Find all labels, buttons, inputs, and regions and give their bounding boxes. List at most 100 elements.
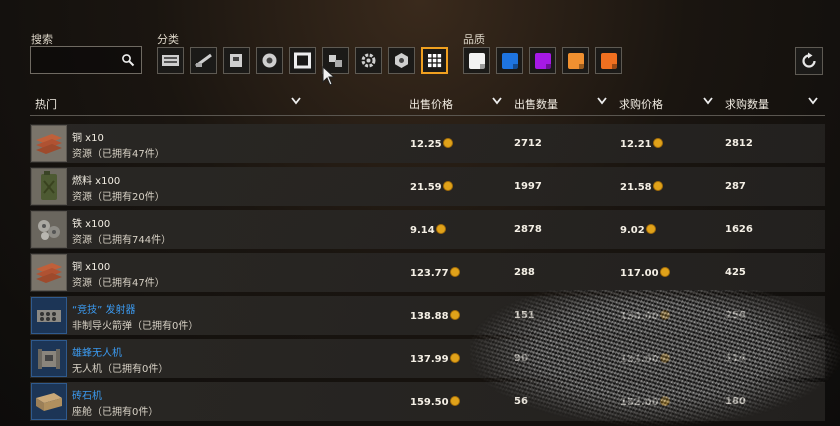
buy-price: 152.00 [620,396,670,408]
drone-icon [32,341,66,376]
category-module-button[interactable] [388,47,415,74]
category-weapon-button[interactable] [190,47,217,74]
grid-all-icon [428,54,442,68]
armor-icon [162,55,179,66]
buy-quantity: 287 [725,181,746,192]
iron-scrap-icon [32,212,66,247]
item-name: 铜 x10 [72,133,104,144]
sell-price: 123.77 [410,267,460,279]
sell-quantity: 90 [514,353,528,364]
frame-icon [294,52,311,69]
table-row[interactable]: 雄蜂无人机 无人机（已拥有0件） 137.99 90 131.00 114 [30,339,825,378]
coin-icon [659,396,670,406]
coin-icon [435,224,446,234]
search-input[interactable] [35,51,121,71]
buy-quantity: 114 [725,353,746,364]
weapon-icon [195,53,212,68]
category-wheel-button[interactable] [256,47,283,74]
item-subtitle: 资源（已拥有744件） [72,235,172,246]
sort-sell-price-label[interactable]: 出售价格 [409,96,453,112]
rocket-launcher-icon [32,298,66,333]
chevron-down-icon[interactable] [597,97,607,105]
quality-common-button[interactable] [463,47,490,74]
cabin-icon [230,54,242,67]
item-thumbnail [31,211,67,248]
item-name: 燃料 x100 [72,176,121,187]
quality-rare-swatch [501,52,518,69]
sell-quantity: 2712 [514,138,542,149]
table-row[interactable]: 铁 x100 资源（已拥有744件） 9.14 2878 9.02 1626 [30,210,825,249]
table-row[interactable]: “竞技” 发射器 非制导火箭弹（已拥有0件） 138.88 151 130.00… [30,296,825,335]
search-icon[interactable] [121,53,135,67]
category-label: 分类 [157,33,179,46]
item-thumbnail [31,125,67,162]
table-row[interactable]: 铜 x100 资源（已拥有47件） 123.77 288 117.00 425 [30,253,825,292]
sell-price: 159.50 [410,396,460,408]
item-name: 雄蜂无人机 [72,348,122,359]
item-subtitle: 无人机（已拥有0件） [72,364,169,375]
quality-legendary-swatch [600,52,617,69]
quality-common-swatch [468,52,485,69]
sell-quantity: 1997 [514,181,542,192]
buy-quantity: 180 [725,396,746,407]
refresh-icon [802,52,816,68]
item-name: “竞技” 发射器 [72,305,136,316]
sell-quantity: 151 [514,310,535,321]
coin-icon [449,353,460,363]
table-row[interactable]: 铜 x10 资源（已拥有47件） 12.25 2712 12.21 2812 [30,124,825,163]
search-box[interactable] [30,46,142,74]
item-thumbnail [31,168,67,205]
category-gear-button[interactable] [355,47,382,74]
item-thumbnail [31,340,67,377]
category-cabin-button[interactable] [223,47,250,74]
cabin-icon [32,384,66,419]
coin-icon [652,181,663,191]
quality-legendary-button[interactable] [595,47,622,74]
copper-bars-icon [32,255,66,290]
item-name: 砖石机 [72,391,102,402]
item-subtitle: 非制导火箭弹（已拥有0件） [72,321,199,332]
category-frame-button[interactable] [289,47,316,74]
item-subtitle: 资源（已拥有20件） [72,192,165,203]
sell-quantity: 288 [514,267,535,278]
category-armor-button[interactable] [157,47,184,74]
quality-rare-button[interactable] [496,47,523,74]
table-row[interactable]: 燃料 x100 资源（已拥有20件） 21.59 1997 21.58 287 [30,167,825,206]
table-row[interactable]: 砖石机 座舱（已拥有0件） 159.50 56 152.00 180 [30,382,825,421]
table-header: 热门 出售价格 出售数量 求购价格 求购数量 [30,89,825,116]
category-all-button[interactable] [421,47,448,74]
sell-price: 9.14 [410,224,446,236]
item-thumbnail [31,383,67,420]
sort-buy-qty-label[interactable]: 求购数量 [725,96,769,112]
buy-quantity: 2812 [725,138,753,149]
search-label: 搜索 [31,33,53,46]
coin-icon [645,224,656,234]
quality-epic-button[interactable] [529,47,556,74]
item-thumbnail [31,297,67,334]
fuel-canister-icon [32,169,66,204]
chevron-down-icon[interactable] [291,97,301,105]
quality-label: 品质 [463,33,485,46]
item-subtitle: 资源（已拥有47件） [72,149,165,160]
buy-price: 9.02 [620,224,656,236]
buy-price: 117.00 [620,267,670,279]
chevron-down-icon[interactable] [492,97,502,105]
buy-price: 12.21 [620,138,663,150]
quality-special-swatch [567,52,584,69]
sort-sell-qty-label[interactable]: 出售数量 [514,96,558,112]
buy-price: 131.00 [620,353,670,365]
quality-special-button[interactable] [562,47,589,74]
coin-icon [442,138,453,148]
item-name: 铁 x100 [72,219,111,230]
item-name: 铜 x100 [72,262,111,273]
sort-buy-price-label[interactable]: 求购价格 [619,96,663,112]
sell-price: 138.88 [410,310,460,322]
sort-popular-label[interactable]: 热门 [35,96,57,112]
sell-price: 12.25 [410,138,453,150]
refresh-button[interactable] [795,47,823,75]
copper-bars-icon [32,126,66,161]
chevron-down-icon[interactable] [703,97,713,105]
chevron-down-icon[interactable] [808,97,818,105]
item-thumbnail [31,254,67,291]
wheel-icon [262,53,277,68]
